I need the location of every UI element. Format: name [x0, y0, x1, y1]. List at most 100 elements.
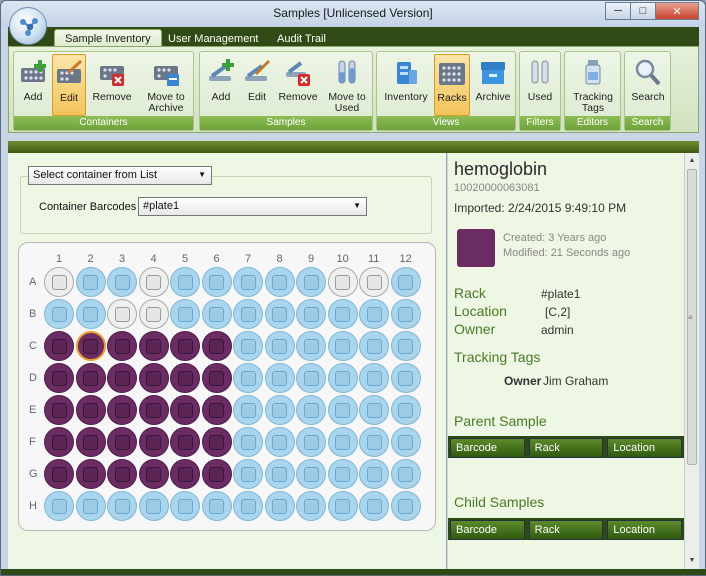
well-D3[interactable]: [107, 363, 137, 393]
well-A2[interactable]: [75, 267, 106, 297]
well-E6[interactable]: [201, 395, 232, 425]
well-A10[interactable]: [327, 267, 358, 297]
well-G12[interactable]: [390, 459, 421, 489]
well-B6[interactable]: [201, 299, 232, 329]
well-F2[interactable]: [75, 427, 106, 457]
filter-used-button[interactable]: Used: [523, 54, 557, 116]
well-E3[interactable]: [107, 395, 137, 425]
well-C7[interactable]: [233, 331, 263, 361]
well-B4[interactable]: [138, 299, 169, 329]
well-H10[interactable]: [327, 491, 358, 521]
well-C10[interactable]: [327, 331, 358, 361]
well-B7[interactable]: [233, 299, 263, 329]
well-A5[interactable]: [170, 267, 200, 297]
well-A11[interactable]: [359, 267, 389, 297]
container-add-button[interactable]: Add: [16, 54, 50, 116]
well-D4[interactable]: [138, 363, 169, 393]
tracking-tags-button[interactable]: Tracking Tags: [567, 54, 619, 116]
well-D12[interactable]: [390, 363, 421, 393]
well-B11[interactable]: [359, 299, 389, 329]
view-inventory-button[interactable]: Inventory: [381, 54, 431, 116]
well-C4[interactable]: [138, 331, 169, 361]
well-G10[interactable]: [327, 459, 358, 489]
well-C2[interactable]: [75, 331, 106, 361]
well-A6[interactable]: [201, 267, 232, 297]
parent-col-rack[interactable]: Rack: [528, 438, 604, 458]
well-G8[interactable]: [264, 459, 295, 489]
sample-add-button[interactable]: Add: [204, 54, 238, 116]
well-F7[interactable]: [233, 427, 263, 457]
well-H4[interactable]: [138, 491, 169, 521]
well-H1[interactable]: [44, 491, 74, 521]
move-to-archive-button[interactable]: Move to Archive: [140, 54, 192, 116]
well-B1[interactable]: [44, 299, 74, 329]
scroll-up-icon[interactable]: ▲: [685, 154, 699, 168]
well-C11[interactable]: [359, 331, 389, 361]
well-G3[interactable]: [107, 459, 137, 489]
maximize-button[interactable]: □: [630, 2, 656, 20]
well-D5[interactable]: [170, 363, 200, 393]
view-archive-button[interactable]: Archive: [473, 54, 513, 116]
search-button[interactable]: Search: [628, 54, 668, 116]
parent-col-barcode[interactable]: Barcode: [450, 438, 525, 458]
well-D6[interactable]: [201, 363, 232, 393]
container-remove-button[interactable]: Remove: [90, 54, 134, 116]
well-E5[interactable]: [170, 395, 200, 425]
sample-edit-button[interactable]: Edit: [240, 54, 274, 116]
well-B3[interactable]: [107, 299, 137, 329]
well-A9[interactable]: [296, 267, 326, 297]
well-H7[interactable]: [233, 491, 263, 521]
well-C8[interactable]: [264, 331, 295, 361]
well-F9[interactable]: [296, 427, 326, 457]
parent-col-location[interactable]: Location: [607, 438, 683, 458]
well-D7[interactable]: [233, 363, 263, 393]
well-G6[interactable]: [201, 459, 232, 489]
well-C3[interactable]: [107, 331, 137, 361]
well-B5[interactable]: [170, 299, 200, 329]
well-F1[interactable]: [44, 427, 74, 457]
well-F11[interactable]: [359, 427, 389, 457]
well-B8[interactable]: [264, 299, 295, 329]
well-C9[interactable]: [296, 331, 326, 361]
well-A12[interactable]: [390, 267, 421, 297]
well-F4[interactable]: [138, 427, 169, 457]
well-H11[interactable]: [359, 491, 389, 521]
well-D2[interactable]: [75, 363, 106, 393]
well-B10[interactable]: [327, 299, 358, 329]
well-C1[interactable]: [44, 331, 74, 361]
child-col-barcode[interactable]: Barcode: [450, 520, 525, 540]
well-G5[interactable]: [170, 459, 200, 489]
minimize-button[interactable]: ─: [605, 2, 631, 20]
well-E8[interactable]: [264, 395, 295, 425]
well-F3[interactable]: [107, 427, 137, 457]
container-barcode-dropdown[interactable]: #plate1 ▼: [138, 197, 367, 216]
child-col-rack[interactable]: Rack: [528, 520, 604, 540]
well-A4[interactable]: [138, 267, 169, 297]
well-G11[interactable]: [359, 459, 389, 489]
well-A8[interactable]: [264, 267, 295, 297]
well-E12[interactable]: [390, 395, 421, 425]
well-G7[interactable]: [233, 459, 263, 489]
well-G2[interactable]: [75, 459, 106, 489]
well-F12[interactable]: [390, 427, 421, 457]
view-racks-button[interactable]: Racks: [434, 54, 470, 116]
well-D8[interactable]: [264, 363, 295, 393]
well-F5[interactable]: [170, 427, 200, 457]
well-B9[interactable]: [296, 299, 326, 329]
well-D11[interactable]: [359, 363, 389, 393]
details-scrollbar[interactable]: ▲ ≡ ▼: [684, 153, 699, 569]
well-F8[interactable]: [264, 427, 295, 457]
well-H8[interactable]: [264, 491, 295, 521]
well-F6[interactable]: [201, 427, 232, 457]
well-A3[interactable]: [107, 267, 137, 297]
well-E4[interactable]: [138, 395, 169, 425]
well-H5[interactable]: [170, 491, 200, 521]
well-D1[interactable]: [44, 363, 74, 393]
well-H9[interactable]: [296, 491, 326, 521]
well-C6[interactable]: [201, 331, 232, 361]
well-C12[interactable]: [390, 331, 421, 361]
well-E7[interactable]: [233, 395, 263, 425]
well-C5[interactable]: [170, 331, 200, 361]
well-E9[interactable]: [296, 395, 326, 425]
child-col-location[interactable]: Location: [607, 520, 683, 540]
